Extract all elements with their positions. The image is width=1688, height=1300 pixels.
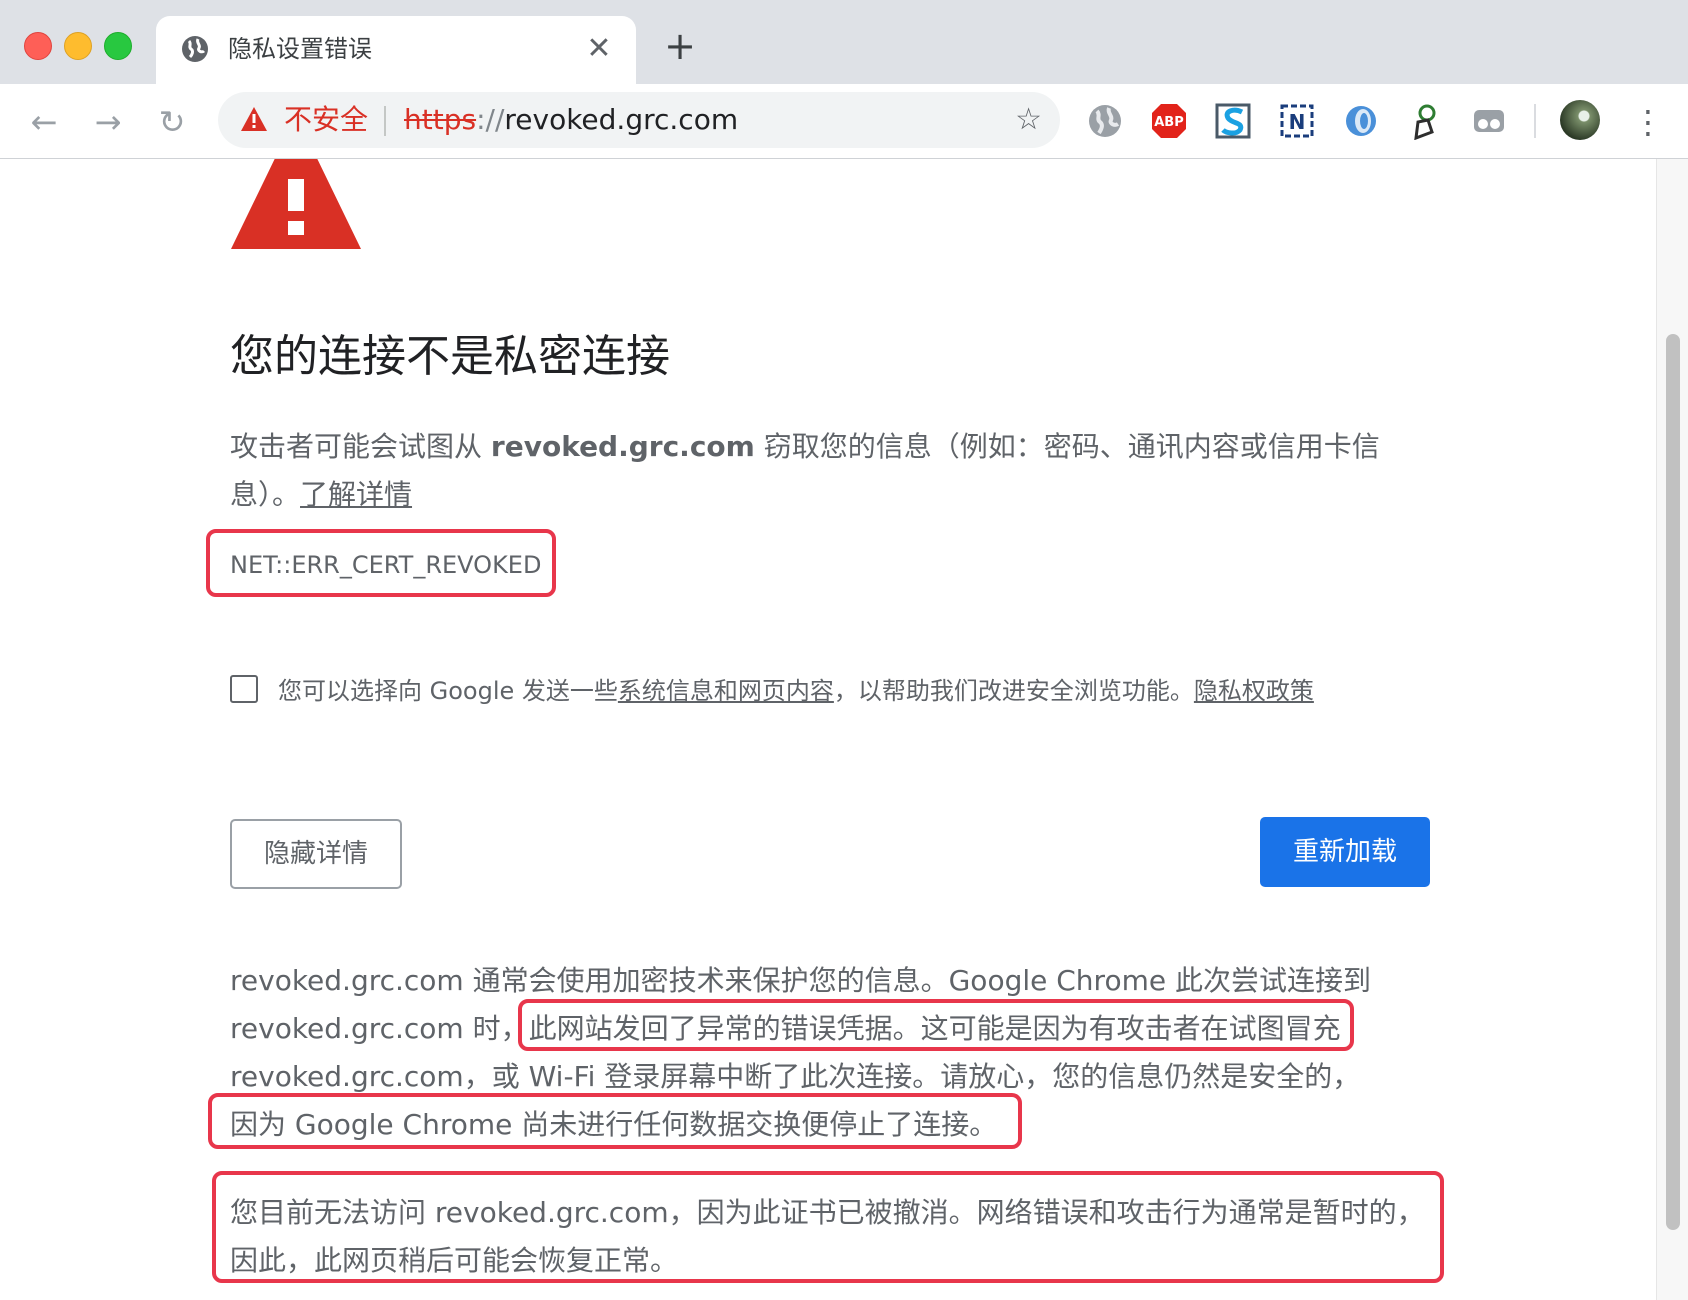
reload-button[interactable]: 重新加载: [1260, 817, 1430, 887]
details-line3: revoked.grc.com，或 Wi-Fi 登录屏幕中断了此次连接。请放心，…: [230, 1060, 1361, 1093]
forward-icon[interactable]: →: [88, 102, 128, 142]
bookmark-star-icon[interactable]: ☆: [1015, 104, 1042, 136]
minimize-window-button[interactable]: [64, 32, 92, 60]
close-tab-icon[interactable]: ✕: [584, 34, 614, 64]
intro-text: 攻击者可能会试图从 revoked.grc.com 窃取您的信息（例如：密码、通…: [230, 423, 1430, 519]
system-info-link[interactable]: 系统信息和网页内容: [618, 677, 834, 705]
profile-avatar[interactable]: [1560, 100, 1600, 140]
highlight-box-no-data-exchanged: [208, 1093, 1022, 1149]
circle-extension-icon[interactable]: [1342, 102, 1380, 140]
new-tab-icon[interactable]: +: [664, 27, 696, 65]
grammar-extension-icon[interactable]: [1406, 102, 1444, 140]
close-window-button[interactable]: [24, 32, 52, 60]
opt-in-text: 您可以选择向 Google 发送一些系统信息和网页内容，以帮助我们改进安全浏览功…: [278, 673, 1314, 709]
page-heading: 您的连接不是私密连接: [230, 331, 670, 382]
toolbar-divider: [1534, 104, 1536, 138]
menu-dots-icon[interactable]: ⋮: [1632, 102, 1664, 142]
learn-more-link[interactable]: 了解详情: [300, 478, 412, 511]
privacy-policy-link[interactable]: 隐私权政策: [1194, 677, 1314, 705]
active-tab[interactable]: 隐私设置错误 ✕: [156, 16, 636, 84]
url-separator: ://: [476, 103, 505, 136]
tab-strip: 隐私设置错误 ✕ +: [0, 0, 1688, 84]
details-line2-prefix: revoked.grc.com 时，: [230, 1012, 529, 1045]
opt-in-before: 您可以选择向 Google 发送一些: [278, 677, 618, 705]
scrollbar-thumb[interactable]: [1666, 334, 1680, 1230]
highlight-box-revoked: [212, 1171, 1444, 1283]
address-bar[interactable]: 不安全 https://revoked.grc.com ☆: [218, 92, 1060, 148]
warning-triangle-icon: [231, 159, 361, 249]
globe-icon[interactable]: [1086, 102, 1124, 140]
opt-in-checkbox[interactable]: [230, 675, 258, 703]
zoom-window-button[interactable]: [104, 32, 132, 60]
svg-text:N: N: [1289, 110, 1306, 134]
svg-text:ABP: ABP: [1154, 115, 1184, 130]
highlight-box-credentials: [518, 999, 1354, 1051]
tab-title: 隐私设置错误: [228, 35, 372, 63]
url-text[interactable]: https://revoked.grc.com: [404, 104, 738, 136]
omnibox-divider: [384, 106, 386, 136]
opt-in-row: 您可以选择向 Google 发送一些系统信息和网页内容，以帮助我们改进安全浏览功…: [230, 673, 1430, 709]
incognito-extension-icon[interactable]: [1470, 102, 1508, 140]
globe-icon: [182, 36, 208, 62]
url-host: revoked.grc.com: [504, 103, 739, 136]
intro-before: 攻击者可能会试图从: [230, 430, 491, 463]
opt-in-middle: ，以帮助我们改进安全浏览功能。: [833, 677, 1194, 705]
details-line1: revoked.grc.com 通常会使用加密技术来保护您的信息。Google …: [230, 964, 1371, 997]
url-scheme: https: [404, 103, 477, 136]
s-extension-icon[interactable]: [1214, 102, 1252, 140]
adblock-plus-icon[interactable]: ABP: [1150, 102, 1188, 140]
hide-details-button[interactable]: 隐藏详情: [230, 819, 402, 889]
toolbar: ← → ↻ 不安全 https://revoked.grc.com ☆ ABP …: [0, 84, 1688, 159]
reload-icon[interactable]: ↻: [152, 102, 192, 142]
back-icon[interactable]: ←: [24, 102, 64, 142]
highlight-box-error-code: [206, 529, 556, 597]
not-secure-label[interactable]: 不安全: [284, 104, 368, 136]
intro-host: revoked.grc.com: [490, 430, 755, 463]
n-extension-icon[interactable]: N: [1278, 102, 1316, 140]
warning-triangle-icon: [241, 107, 267, 131]
